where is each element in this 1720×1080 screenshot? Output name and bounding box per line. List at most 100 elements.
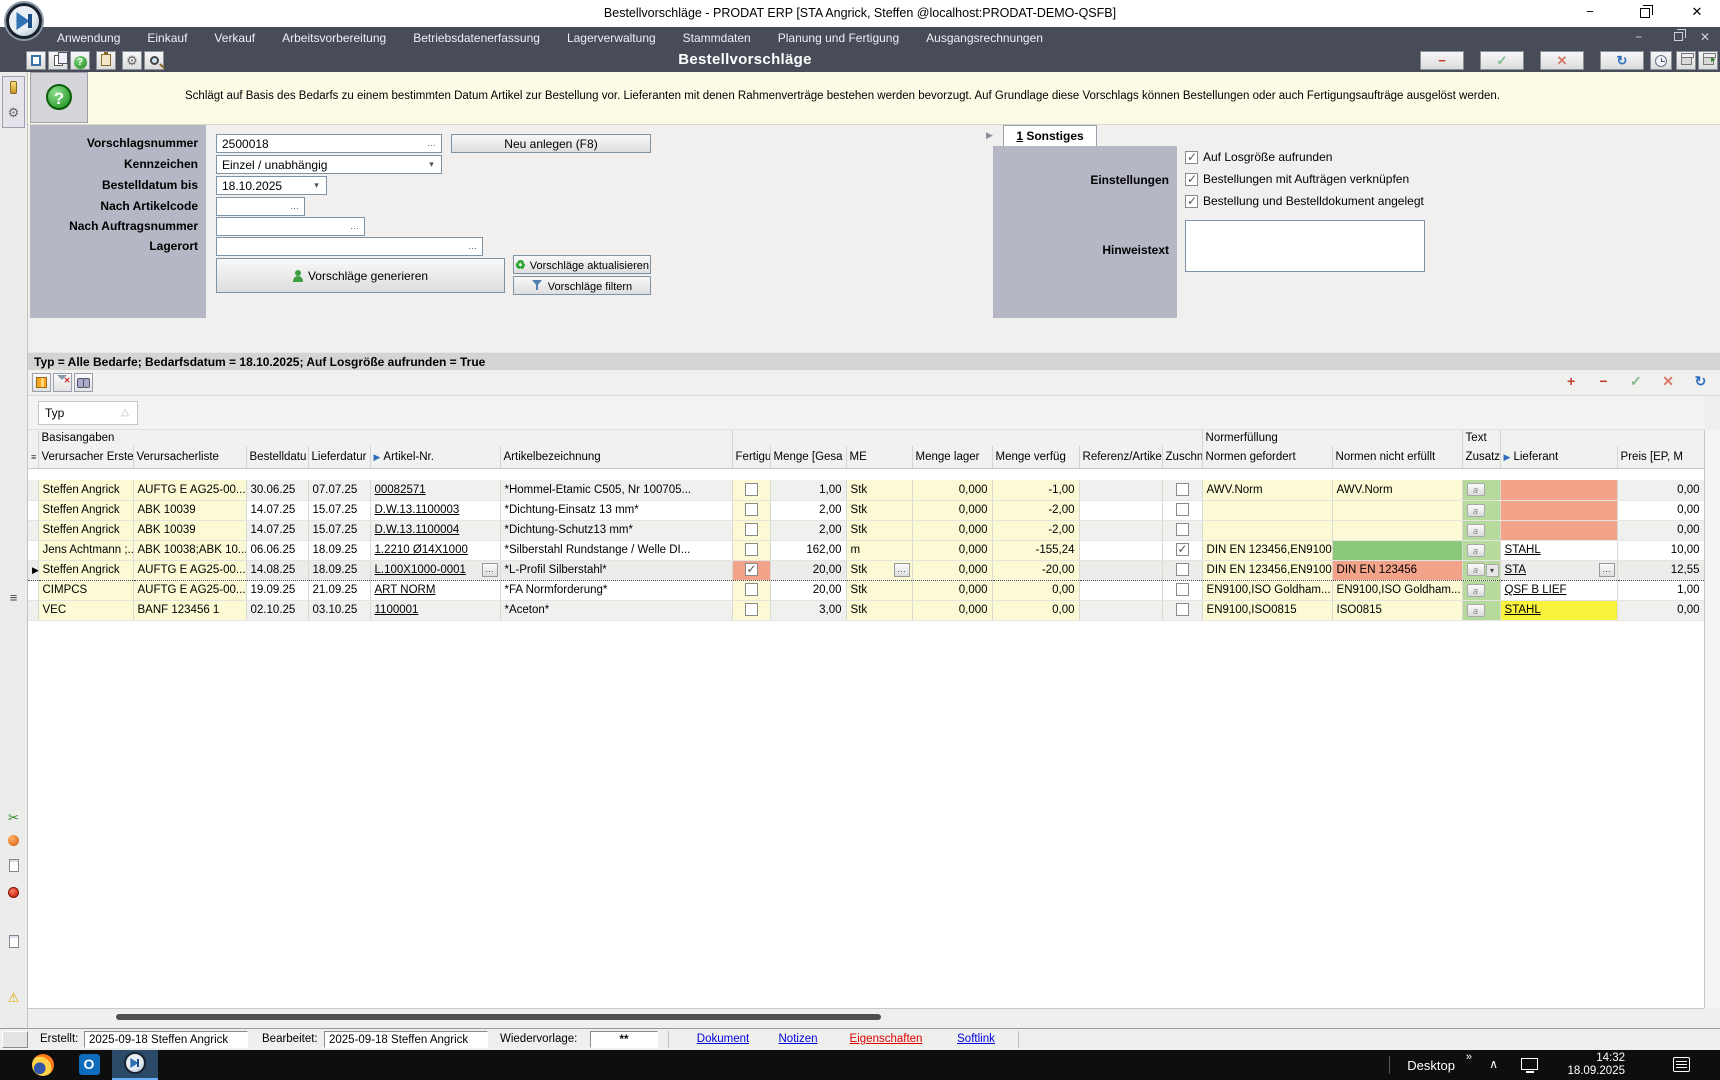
cell-zusatztext[interactable]: a <box>1462 520 1500 540</box>
cell-bestelldatum[interactable]: 14.07.25 <box>246 520 308 540</box>
window-restore-button[interactable] <box>1630 4 1660 22</box>
cell-menge_lager[interactable]: 0,000 <box>912 500 992 520</box>
cell-menge_verfueg[interactable]: -20,00 <box>992 560 1079 580</box>
menu-item-stammdaten[interactable]: Stammdaten <box>683 27 751 45</box>
cell-normen_gefordert[interactable]: EN9100,ISO0815 <box>1202 600 1332 620</box>
statusbar-link-softlink[interactable]: Softlink <box>948 1033 1004 1045</box>
cell-normen_gefordert[interactable]: DIN EN 123456,EN9100 <box>1202 540 1332 560</box>
column-header-lieferdatum[interactable]: Lieferdatur <box>308 446 370 468</box>
column-header-normen_nicht_erfuellt[interactable]: Normen nicht erfüllt <box>1332 446 1462 468</box>
cell-bezeichnung[interactable]: *L-Profil Silberstahl* <box>500 560 732 580</box>
cell-zuschnitt[interactable] <box>1162 600 1202 620</box>
warning-button[interactable]: ⚠ <box>4 988 23 1007</box>
cell-normen_nicht_erfuellt[interactable]: AWV.Norm <box>1332 480 1462 500</box>
cell-me[interactable]: Stk <box>846 480 912 500</box>
cell-bezeichnung[interactable]: *Aceton* <box>500 600 732 620</box>
cell-normen_nicht_erfuellt[interactable]: ISO0815 <box>1332 600 1462 620</box>
cell-referenz[interactable] <box>1079 480 1162 500</box>
auftragsnummer-input[interactable]: … <box>216 217 365 236</box>
tool-button[interactable] <box>4 832 23 851</box>
cell-bezeichnung[interactable]: *FA Normforderung* <box>500 580 732 600</box>
zuschnitt-checkbox[interactable] <box>1176 603 1189 616</box>
cell-menge_verfueg[interactable]: -1,00 <box>992 480 1079 500</box>
vorschlaege-generieren-button[interactable]: Vorschläge generieren <box>216 258 505 293</box>
fertigung-checkbox[interactable] <box>745 483 758 496</box>
zusatztext-button[interactable]: a <box>1467 504 1485 517</box>
row-delete-button[interactable]: − <box>1594 373 1613 392</box>
tray-clock[interactable]: 14:32 18.09.2025 <box>1567 1052 1625 1078</box>
cell-bezeichnung[interactable]: *Dichtung-Schutz13 mm* <box>500 520 732 540</box>
zusatztext-button[interactable]: a <box>1467 524 1485 537</box>
package-go-button[interactable] <box>1698 51 1718 70</box>
row-cancel-button[interactable]: ✕ <box>1659 373 1678 392</box>
cell-verursacherliste[interactable]: ABK 10038;ABK 10... <box>133 540 246 560</box>
cell-menge_gesamt[interactable]: 162,00 <box>770 540 846 560</box>
cell-artikel_nr[interactable]: 1.2210 Ø14X1000 <box>370 540 500 560</box>
cell-zusatztext[interactable]: a▾ <box>1462 560 1500 580</box>
cell-artikel_nr[interactable]: 00082571 <box>370 480 500 500</box>
cell-normen_gefordert[interactable]: EN9100,ISO Goldham... <box>1202 580 1332 600</box>
network-icon[interactable] <box>1521 1058 1538 1070</box>
column-header-gutter[interactable]: ≡ <box>28 446 38 468</box>
record-confirm-button[interactable]: ✓ <box>1480 51 1524 70</box>
record-delete-button[interactable]: − <box>1420 51 1464 70</box>
cell-lieferant[interactable] <box>1500 520 1617 540</box>
cell-menge_lager[interactable]: 0,000 <box>912 520 992 540</box>
cell-me[interactable]: Stk <box>846 500 912 520</box>
cell-normen_nicht_erfuellt[interactable] <box>1332 520 1462 540</box>
column-header-zusatztext[interactable]: Zusatzte <box>1462 446 1500 468</box>
taskbar-firefox-button[interactable] <box>20 1050 66 1080</box>
cell-preis[interactable]: 0,00 <box>1617 500 1704 520</box>
column-header-bestelldatum[interactable]: Bestelldatu <box>246 446 308 468</box>
column-header-fertigung[interactable]: Fertigu <box>732 446 770 468</box>
cell-verursacher[interactable]: VEC <box>38 600 133 620</box>
menu-item-verkauf[interactable]: Verkauf <box>214 27 255 45</box>
cell-artikel_nr[interactable]: D.W.13.1100004 <box>370 520 500 540</box>
cell-bezeichnung[interactable]: *Dichtung-Einsatz 13 mm* <box>500 500 732 520</box>
cell-lieferant[interactable]: STAHL <box>1500 600 1617 620</box>
cell-zusatztext[interactable]: a <box>1462 540 1500 560</box>
column-header-menge_lager[interactable]: Menge lager <box>912 446 992 468</box>
copy-button[interactable] <box>48 51 68 70</box>
cell-verursacher[interactable]: Steffen Angrick <box>38 560 133 580</box>
row-refresh-button[interactable]: ↻ <box>1691 373 1710 392</box>
column-header-artikel_nr[interactable]: ▶Artikel-Nr. <box>370 446 500 468</box>
cell-normen_gefordert[interactable]: AWV.Norm <box>1202 480 1332 500</box>
cell-preis[interactable]: 0,00 <box>1617 520 1704 540</box>
vorschlagsnummer-lookup-button[interactable]: … <box>424 137 439 150</box>
table-row[interactable]: VECBANF 123456 102.10.2503.10.251100001*… <box>28 600 1704 620</box>
mdi-minimize-button[interactable]: − <box>1635 30 1642 44</box>
column-header-menge_verfueg[interactable]: Menge verfüg <box>992 446 1079 468</box>
hinweistext-textarea[interactable] <box>1185 220 1425 272</box>
cell-bezeichnung[interactable]: *Silberstahl Rundstange / Welle DI... <box>500 540 732 560</box>
desktop-toolbar[interactable]: Desktop <box>1407 1058 1455 1073</box>
cell-referenz[interactable] <box>1079 600 1162 620</box>
key-button[interactable] <box>4 80 23 99</box>
record-button[interactable] <box>4 884 23 903</box>
window-close-button[interactable]: ✕ <box>1682 4 1712 22</box>
cell-lieferant[interactable]: QSF B LIEF <box>1500 580 1617 600</box>
cell-lieferant[interactable]: …STA <box>1500 560 1617 580</box>
lieferant-lookup-button[interactable]: … <box>1599 563 1615 577</box>
cell-normen_nicht_erfuellt[interactable]: DIN EN 123456 <box>1332 560 1462 580</box>
column-header-preis[interactable]: Preis [EP, M <box>1617 446 1704 468</box>
cell-zuschnitt[interactable] <box>1162 480 1202 500</box>
fertigung-checkbox[interactable] <box>745 563 758 576</box>
statusbar-link-dokument[interactable]: Dokument <box>688 1033 758 1045</box>
cell-normen_nicht_erfuellt[interactable]: EN9100,ISO Goldham... <box>1332 580 1462 600</box>
cell-menge_gesamt[interactable]: 2,00 <box>770 520 846 540</box>
tray-expand-icon[interactable]: ∧ <box>1489 1057 1498 1071</box>
cell-fertigung[interactable] <box>732 500 770 520</box>
zuschnitt-checkbox[interactable] <box>1176 523 1189 536</box>
cell-verursacherliste[interactable]: ABK 10039 <box>133 520 246 540</box>
group-by-typ[interactable]: Typ △ <box>38 401 138 425</box>
cell-lieferdatum[interactable]: 15.07.25 <box>308 520 370 540</box>
table-row[interactable]: Jens Achtmann ;...ABK 10038;ABK 10...06.… <box>28 540 1704 560</box>
cell-menge_verfueg[interactable]: -2,00 <box>992 520 1079 540</box>
zusatztext-button[interactable]: a <box>1467 584 1485 597</box>
cell-lieferdatum[interactable]: 03.10.25 <box>308 600 370 620</box>
cell-menge_gesamt[interactable]: 3,00 <box>770 600 846 620</box>
search-button[interactable] <box>144 51 164 70</box>
column-header-zuschnitt[interactable]: Zuschn <box>1162 446 1202 468</box>
column-header-menge_gesamt[interactable]: Menge [Gesa <box>770 446 846 468</box>
